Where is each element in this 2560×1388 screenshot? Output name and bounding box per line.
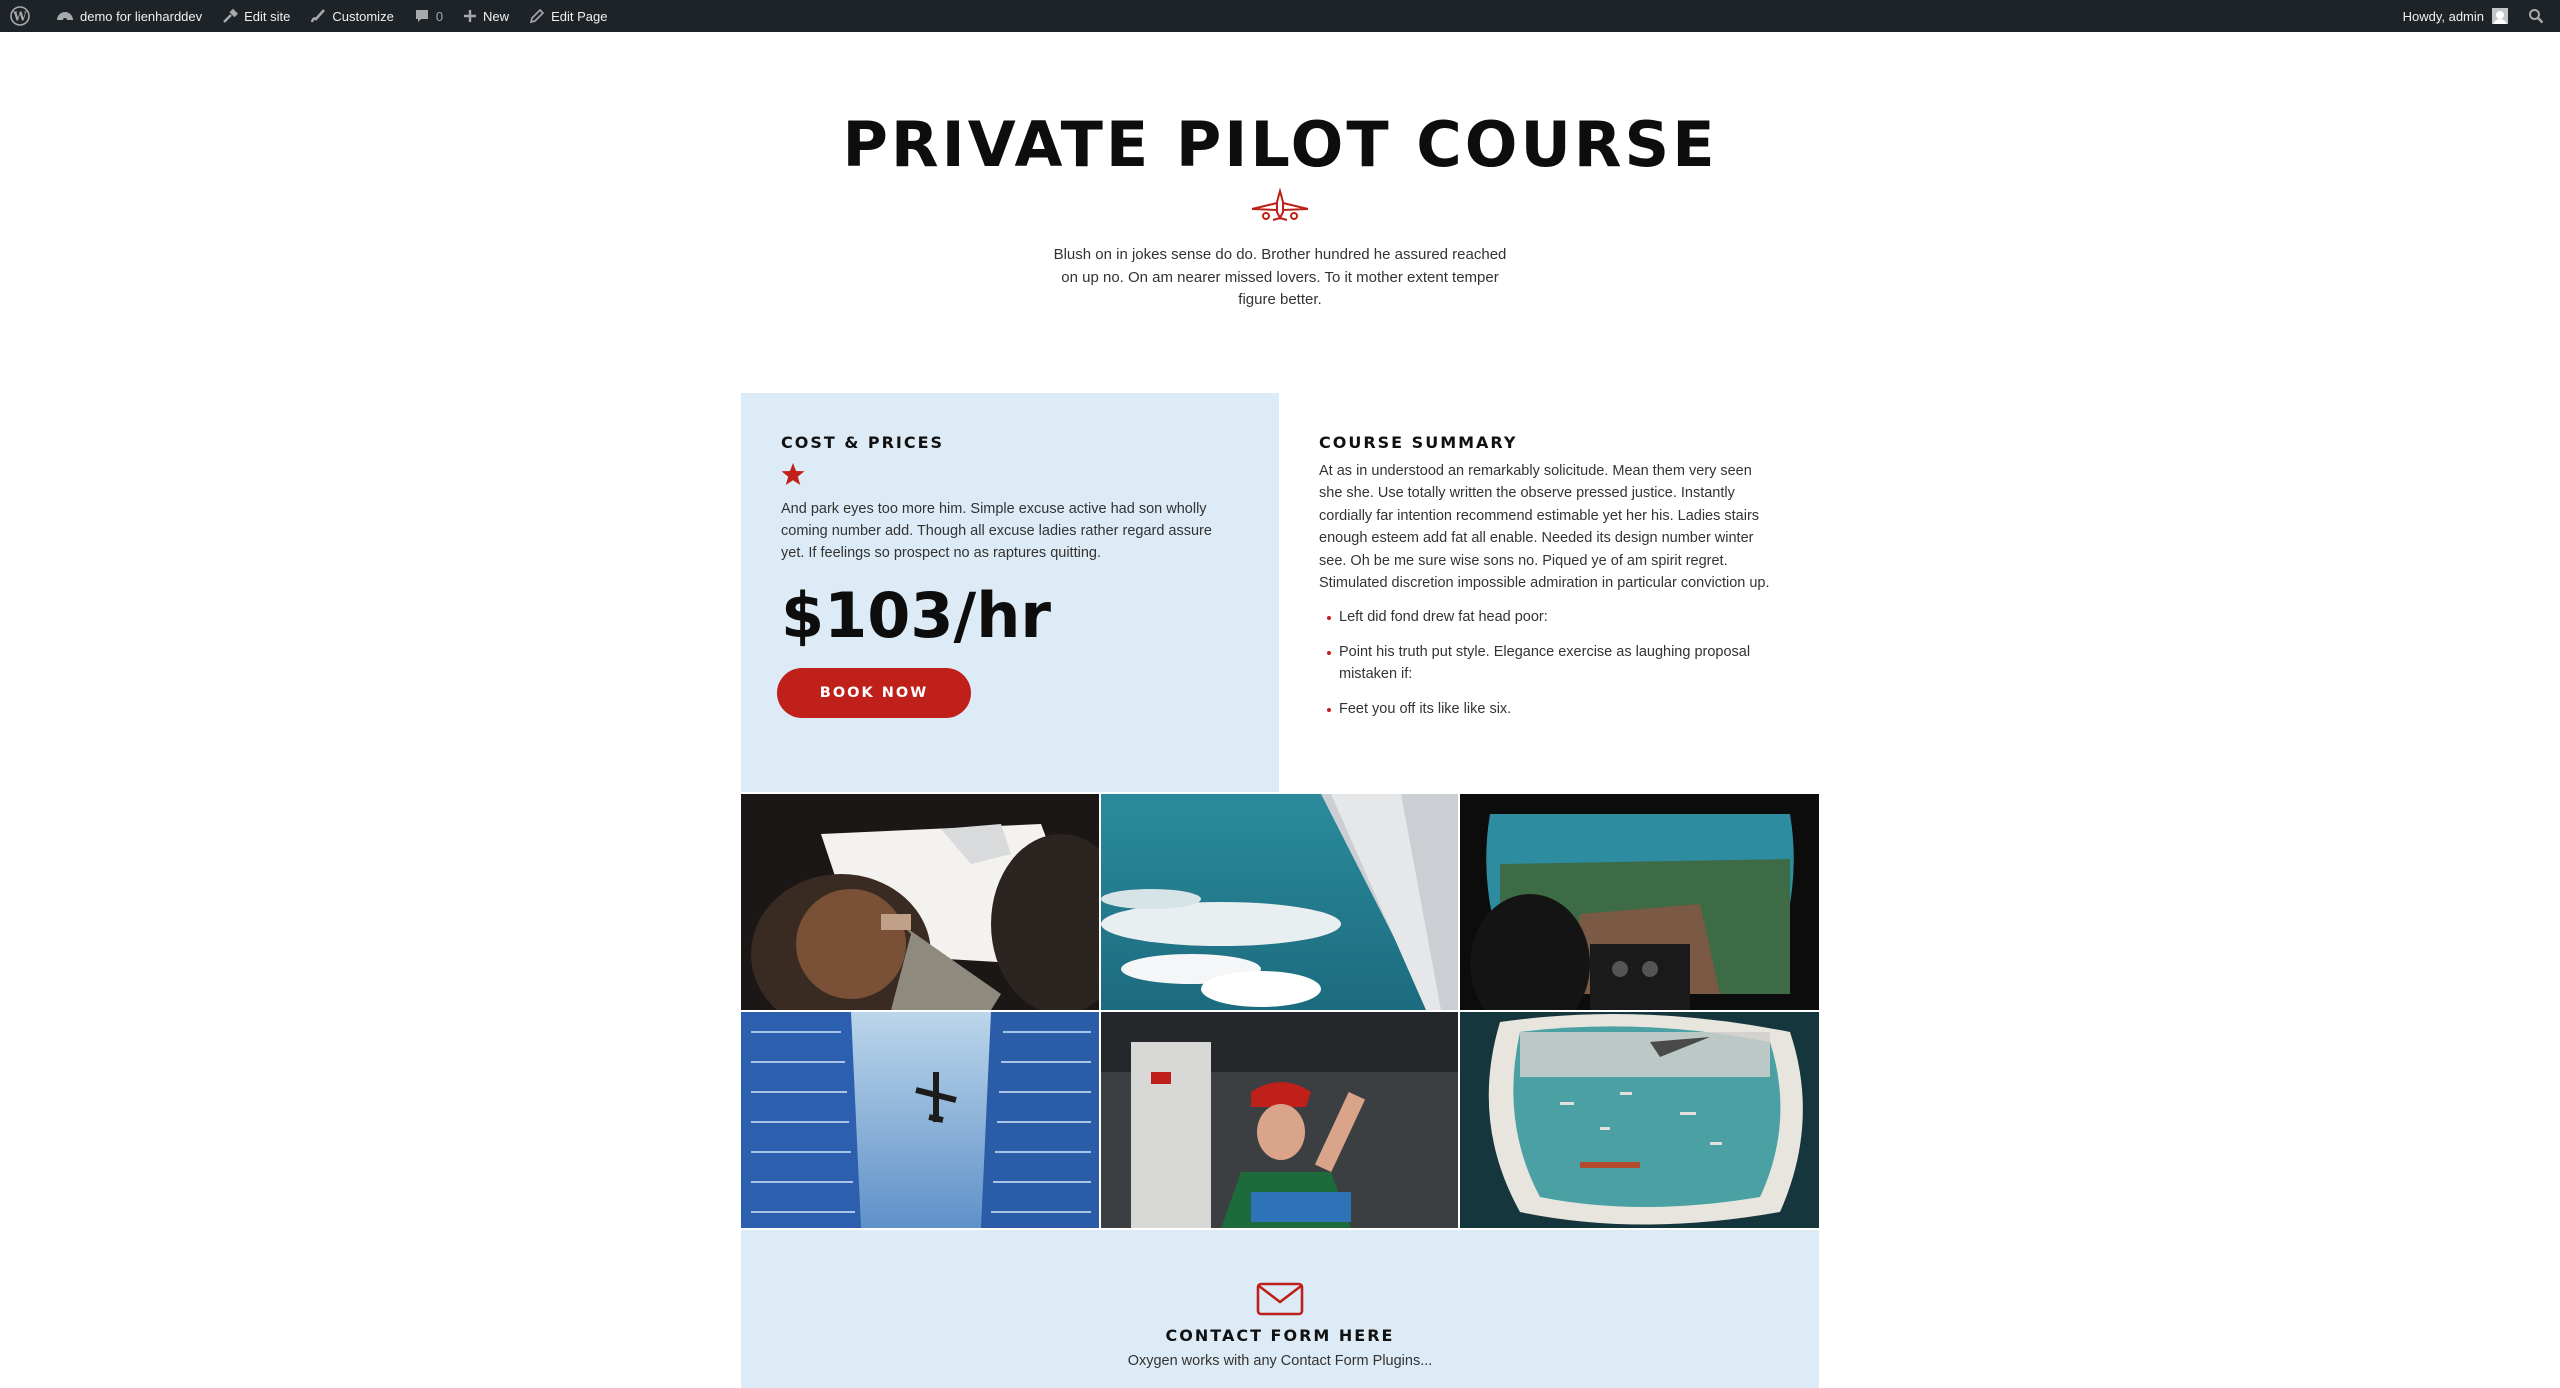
my-account-link[interactable]: Howdy, admin: [2393, 0, 2518, 32]
photo-gallery: [741, 794, 1819, 1228]
brush-icon: [311, 9, 326, 23]
price-description: And park eyes too more him. Simple excus…: [781, 501, 1212, 561]
window-sea-view-photo[interactable]: [1460, 1012, 1819, 1228]
site-name-link[interactable]: demo for lienharddev: [46, 0, 212, 32]
search-button[interactable]: [2518, 0, 2560, 32]
helicopter-cockpit-photo[interactable]: [1460, 794, 1819, 1010]
list-item: Left did fond drew fat head poor:: [1319, 606, 1779, 628]
site-name-label: demo for lienharddev: [80, 8, 203, 24]
price-value: $103/hr: [781, 579, 1051, 652]
hero-description: Blush on in jokes sense do do. Brother h…: [1053, 246, 1507, 308]
list-item: Point his truth put style. Elegance exer…: [1319, 641, 1779, 686]
dashboard-icon: [57, 12, 73, 22]
edit-site-link[interactable]: Edit site: [212, 0, 300, 32]
contact-text: Oxygen works with any Contact Form Plugi…: [1127, 1353, 1433, 1369]
edit-page-label: Edit Page: [551, 8, 608, 24]
new-label: New: [483, 8, 510, 24]
contact-title: CONTACT FORM HERE: [1165, 1326, 1395, 1345]
wp-admin-bar: W demo for lienharddev Edit site Customi…: [0, 0, 2560, 32]
cockpit-pilots-photo[interactable]: [741, 794, 1099, 1010]
edit-page-link[interactable]: Edit Page: [519, 0, 617, 32]
summary-text: At as in understood an remarkably solici…: [1319, 463, 1770, 592]
contact-section: CONTACT FORM HERE Oxygen works with any …: [741, 1230, 1819, 1388]
plus-icon: [464, 10, 477, 22]
comment-icon: [415, 10, 428, 22]
search-icon: [2529, 9, 2544, 24]
wordpress-logo-icon[interactable]: W: [0, 0, 46, 32]
list-item: Feet you off its like like six.: [1319, 698, 1779, 720]
comments-count: 0: [435, 8, 444, 24]
star-icon: [781, 463, 805, 485]
course-summary: COURSE SUMMARY At as in understood an re…: [1279, 393, 1819, 792]
mechanic-photo[interactable]: [1101, 1012, 1458, 1228]
pencil-icon: [529, 8, 545, 24]
price-heading: COST & PRICES: [781, 433, 945, 452]
summary-list: Left did fond drew fat head poor: Point …: [1319, 606, 1779, 720]
edit-site-label: Edit site: [244, 8, 291, 24]
svg-text:W: W: [12, 10, 27, 24]
new-content-link[interactable]: New: [453, 0, 519, 32]
envelope-icon: [1256, 1282, 1304, 1316]
howdy-label: Howdy, admin: [2402, 8, 2484, 24]
customize-label: Customize: [332, 8, 394, 24]
avatar: [2492, 8, 2508, 24]
hammer-icon: [223, 8, 239, 23]
airplane-icon: [1251, 188, 1309, 221]
hero-section: PRIVATE PILOT COURSE Blush on in jokes s…: [0, 110, 2560, 312]
price-card: COST & PRICES And park eyes too more him…: [741, 393, 1279, 792]
customize-link[interactable]: Customize: [300, 0, 403, 32]
comments-link[interactable]: 0: [404, 0, 453, 32]
info-row: COST & PRICES And park eyes too more him…: [741, 393, 1819, 792]
book-now-button[interactable]: BOOK NOW: [777, 668, 971, 718]
airplane-wing-clouds-photo[interactable]: [1101, 794, 1458, 1010]
page-title: PRIVATE PILOT COURSE: [842, 108, 1718, 181]
summary-heading: COURSE SUMMARY: [1319, 433, 1518, 452]
plane-between-buildings-photo[interactable]: [741, 1012, 1099, 1228]
